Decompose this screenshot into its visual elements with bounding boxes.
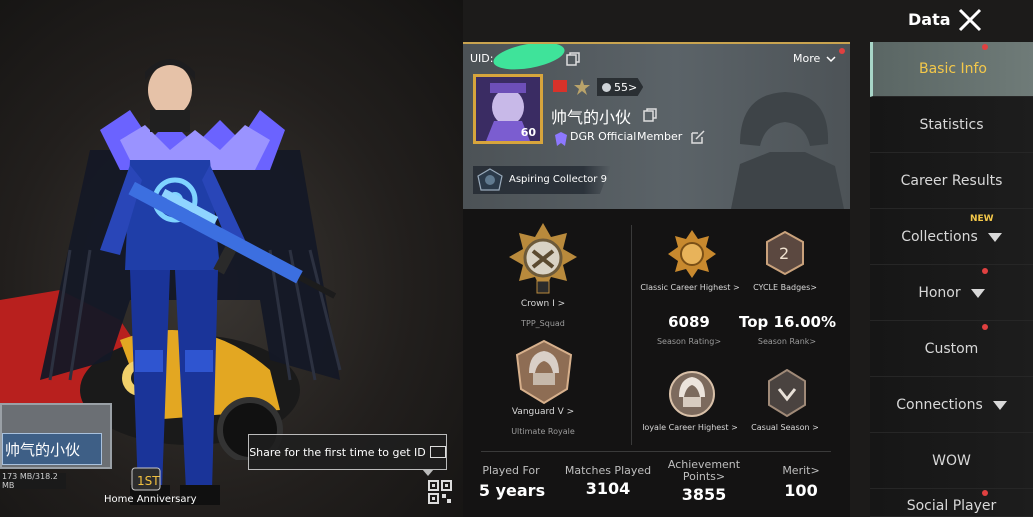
svg-text:1ST: 1ST (137, 474, 160, 488)
divider (481, 451, 831, 452)
anniversary-icon[interactable]: 1ST (128, 466, 164, 494)
achievement-points-label[interactable]: Achievement Points> (663, 459, 745, 483)
more-button[interactable]: More (793, 52, 836, 65)
cycle-badge-icon[interactable]: 2 (765, 231, 805, 275)
sidebar-item-collections[interactable]: Collections (870, 210, 1033, 265)
copy-name-icon[interactable] (643, 108, 657, 122)
merit-label[interactable]: Merit> (769, 465, 833, 477)
sidebar-item-label: Career Results (900, 173, 1003, 189)
sidebar-item-statistics[interactable]: Statistics (870, 98, 1033, 153)
more-label: More (793, 52, 821, 65)
notification-dot (982, 268, 988, 274)
soldier-silhouette-icon (730, 92, 845, 211)
notification-dot (982, 324, 988, 330)
uid-label: UID: (470, 52, 494, 65)
season-rank-value: Top 16.00% (739, 313, 836, 331)
played-for-value: 5 years (478, 481, 546, 500)
vanguard-tier-emblem-icon[interactable] (513, 339, 575, 405)
sidebar-item-label: Custom (924, 341, 979, 357)
collector-emblem-icon (477, 168, 503, 191)
season-rating-label[interactable]: Season Rating> (649, 337, 729, 346)
sidebar-item-custom[interactable]: Custom (870, 322, 1033, 377)
ultimate-tier-label[interactable]: Vanguard V > (503, 407, 583, 417)
level-text: 55> (614, 80, 638, 94)
sidebar-item-label: Collections (901, 229, 978, 245)
divider (631, 225, 632, 445)
uid-redaction (491, 44, 567, 75)
chevron-down-icon (970, 288, 985, 298)
download-size-label: 173 MB/318.2 MB (0, 472, 66, 490)
notification-dot (839, 48, 845, 54)
notification-dot (982, 490, 988, 496)
classic-highest-label[interactable]: Classic Career Highest > (635, 283, 745, 292)
achievement-points-value: 3855 (681, 485, 727, 504)
clan-name[interactable]: DGR Official (570, 130, 636, 143)
matches-played-value: 3104 (585, 479, 631, 498)
chevron-down-icon (992, 400, 1007, 410)
classic-highest-emblem-icon[interactable] (667, 229, 717, 279)
stats-panel: Crown I > TPP_Squad Vanguard V > Ultimat… (463, 209, 850, 517)
close-icon[interactable] (956, 6, 984, 34)
player-title: Aspiring Collector 9 (509, 174, 607, 185)
sidebar-item-social-player[interactable]: Social Player (870, 486, 1033, 517)
level-coin-icon (602, 82, 611, 92)
edit-icon[interactable] (691, 130, 705, 144)
sidebar-item-honor[interactable]: Honor (870, 266, 1033, 321)
share-tooltip[interactable]: Share for the first time to get ID (248, 434, 447, 476)
anniversary-label: Home Anniversary (104, 494, 197, 505)
played-for-label: Played For (482, 464, 540, 477)
nameplate-text: 帅气的小伙 (2, 433, 102, 465)
clan-role: Member (637, 130, 683, 143)
crown-tier-emblem-icon[interactable] (507, 221, 579, 297)
sidebar-item-connections[interactable]: Connections (870, 378, 1033, 433)
sidebar-item-label: WOW (932, 453, 971, 469)
sidebar-item-label: Basic Info (918, 61, 987, 77)
avatar-level: 60 (520, 126, 536, 139)
casual-season-emblem-icon[interactable] (767, 369, 807, 417)
loyale-highest-emblem-icon[interactable] (667, 369, 717, 419)
ultimate-mode-label: Ultimate Royale (511, 427, 575, 436)
qr-code-icon[interactable] (428, 480, 452, 504)
notification-dot (982, 44, 988, 50)
level-badge[interactable]: 55> (597, 78, 644, 96)
id-card-icon (429, 446, 446, 458)
season-rating-value: 6089 (668, 313, 710, 331)
casual-season-label[interactable]: Casual Season > (745, 423, 825, 432)
tpp-tier-label[interactable]: Crown I > (503, 299, 583, 309)
rank-emblem-icon (574, 79, 590, 95)
cycle-number: 2 (779, 244, 789, 263)
cycle-badges-label[interactable]: CYCLE Badges> (745, 283, 825, 292)
china-flag-icon (553, 80, 567, 92)
sidebar-item-label: Statistics (919, 117, 984, 133)
share-tooltip-text: Share for the first time to get ID (249, 445, 426, 459)
copy-uid-icon[interactable] (566, 52, 580, 66)
character-scene: 帅气的小伙 173 MB/318.2 MB 1ST Home Anniversa… (0, 0, 463, 517)
sidebar-item-basic-info[interactable]: Basic Info (870, 42, 1033, 97)
merit-value: 100 (784, 481, 818, 500)
matches-played-label: Matches Played (564, 464, 652, 477)
panel-title: Data (908, 10, 951, 29)
sidebar-item-wow[interactable]: WOW (870, 434, 1033, 489)
clan-icon (555, 132, 567, 146)
avatar[interactable]: 60 (473, 74, 543, 144)
chevron-down-icon (826, 55, 836, 62)
loyale-highest-label[interactable]: loyale Career Highest > (635, 423, 745, 432)
sidebar-item-career-results[interactable]: Career Results (870, 154, 1033, 209)
sidebar-item-label: Connections (896, 397, 983, 413)
nameplate-sign: 帅气的小伙 (0, 403, 112, 469)
season-rank-label[interactable]: Season Rank> (739, 337, 835, 346)
player-nickname: 帅气的小伙 (551, 108, 632, 127)
profile-card: UID: More 60 55> 帅气的小伙 DGR Official Memb… (463, 42, 850, 211)
new-badge: NEW (970, 214, 994, 224)
sidebar-item-label: Honor (918, 285, 961, 301)
chevron-down-icon (987, 232, 1002, 242)
tpp-mode-label: TPP_Squad (521, 319, 565, 328)
sidebar-item-label: Social Player (906, 498, 997, 514)
